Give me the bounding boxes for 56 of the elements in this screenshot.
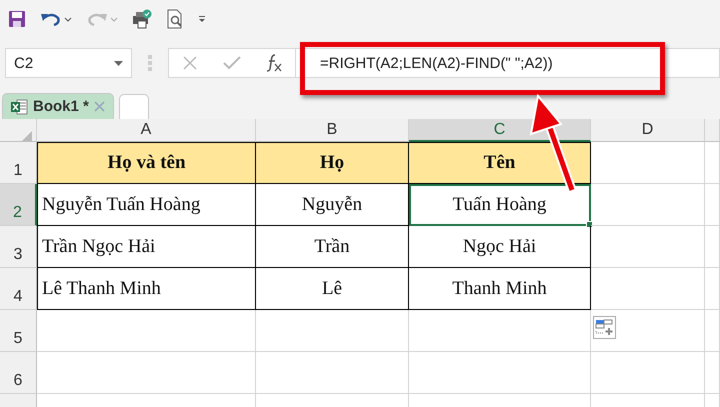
empty-cell[interactable] — [705, 226, 720, 268]
table-cell[interactable]: Ngọc Hải — [409, 226, 591, 268]
empty-cell[interactable] — [705, 352, 720, 394]
header-cell[interactable]: Họ và tên — [37, 142, 256, 184]
undo-icon[interactable] — [40, 11, 72, 27]
row-header[interactable]: 4 — [0, 268, 37, 310]
row-header[interactable]: 2 — [0, 184, 37, 226]
name-box[interactable]: C2 — [5, 48, 132, 78]
formula-field[interactable]: =RIGHT(A2;LEN(A2)-FIND(" ";A2)) — [296, 48, 720, 78]
drag-handle-icon[interactable] — [148, 54, 152, 72]
column-header[interactable]: B — [256, 119, 409, 142]
tab-label: Book1 * — [33, 98, 89, 115]
header-cell[interactable]: Họ — [256, 142, 409, 184]
empty-cell[interactable] — [705, 268, 720, 310]
new-tab[interactable] — [118, 94, 149, 119]
row-header[interactable]: 5 — [0, 310, 37, 352]
table-cell[interactable]: Thanh Minh — [409, 268, 591, 310]
empty-cell[interactable] — [409, 310, 591, 352]
header-cell[interactable]: Tên — [409, 142, 591, 184]
checkmark-icon[interactable] — [222, 56, 241, 70]
table-cell[interactable]: Trần — [256, 226, 409, 268]
empty-cell[interactable] — [705, 310, 720, 352]
cancel-icon[interactable] — [182, 55, 198, 71]
empty-cell[interactable] — [705, 184, 720, 226]
customize-toolbar-icon[interactable] — [198, 15, 206, 23]
corner-triangle-icon[interactable] — [22, 131, 32, 141]
save-icon[interactable] — [8, 10, 26, 28]
row-header[interactable]: 6 — [0, 352, 37, 394]
table-cell[interactable]: Lê — [256, 268, 409, 310]
empty-cell[interactable] — [256, 310, 409, 352]
table-cell[interactable]: Tuấn Hoàng — [409, 184, 591, 226]
table-cell[interactable]: Nguyễn — [256, 184, 409, 226]
empty-cell[interactable] — [591, 226, 705, 268]
printer-icon[interactable] — [132, 9, 152, 29]
spreadsheet-icon — [11, 98, 28, 114]
empty-cell[interactable] — [256, 352, 409, 394]
dropdown-icon[interactable] — [114, 60, 123, 66]
fill-handle[interactable] — [586, 221, 593, 228]
column-header[interactable]: A — [37, 119, 256, 142]
table-cell[interactable]: Trần Ngọc Hải — [37, 226, 256, 268]
column-header[interactable] — [705, 119, 720, 142]
row-header[interactable]: 3 — [0, 226, 37, 268]
quick-analysis-icon[interactable] — [593, 316, 616, 339]
close-icon[interactable] — [94, 101, 105, 112]
empty-cell[interactable] — [591, 268, 705, 310]
workbook-tab[interactable]: Book1 * — [2, 93, 114, 119]
empty-cell[interactable] — [409, 352, 591, 394]
print-preview-icon[interactable] — [166, 9, 184, 29]
table-cell[interactable]: Nguyễn Tuấn Hoàng — [37, 184, 256, 226]
empty-cell[interactable] — [591, 352, 705, 394]
table-cell[interactable]: Lê Thanh Minh — [37, 268, 256, 310]
row-header[interactable]: 1 — [0, 142, 37, 184]
select-all-corner[interactable] — [0, 119, 37, 142]
empty-cell[interactable] — [591, 184, 705, 226]
column-header[interactable]: D — [591, 119, 705, 142]
function-icon[interactable] — [266, 54, 282, 72]
